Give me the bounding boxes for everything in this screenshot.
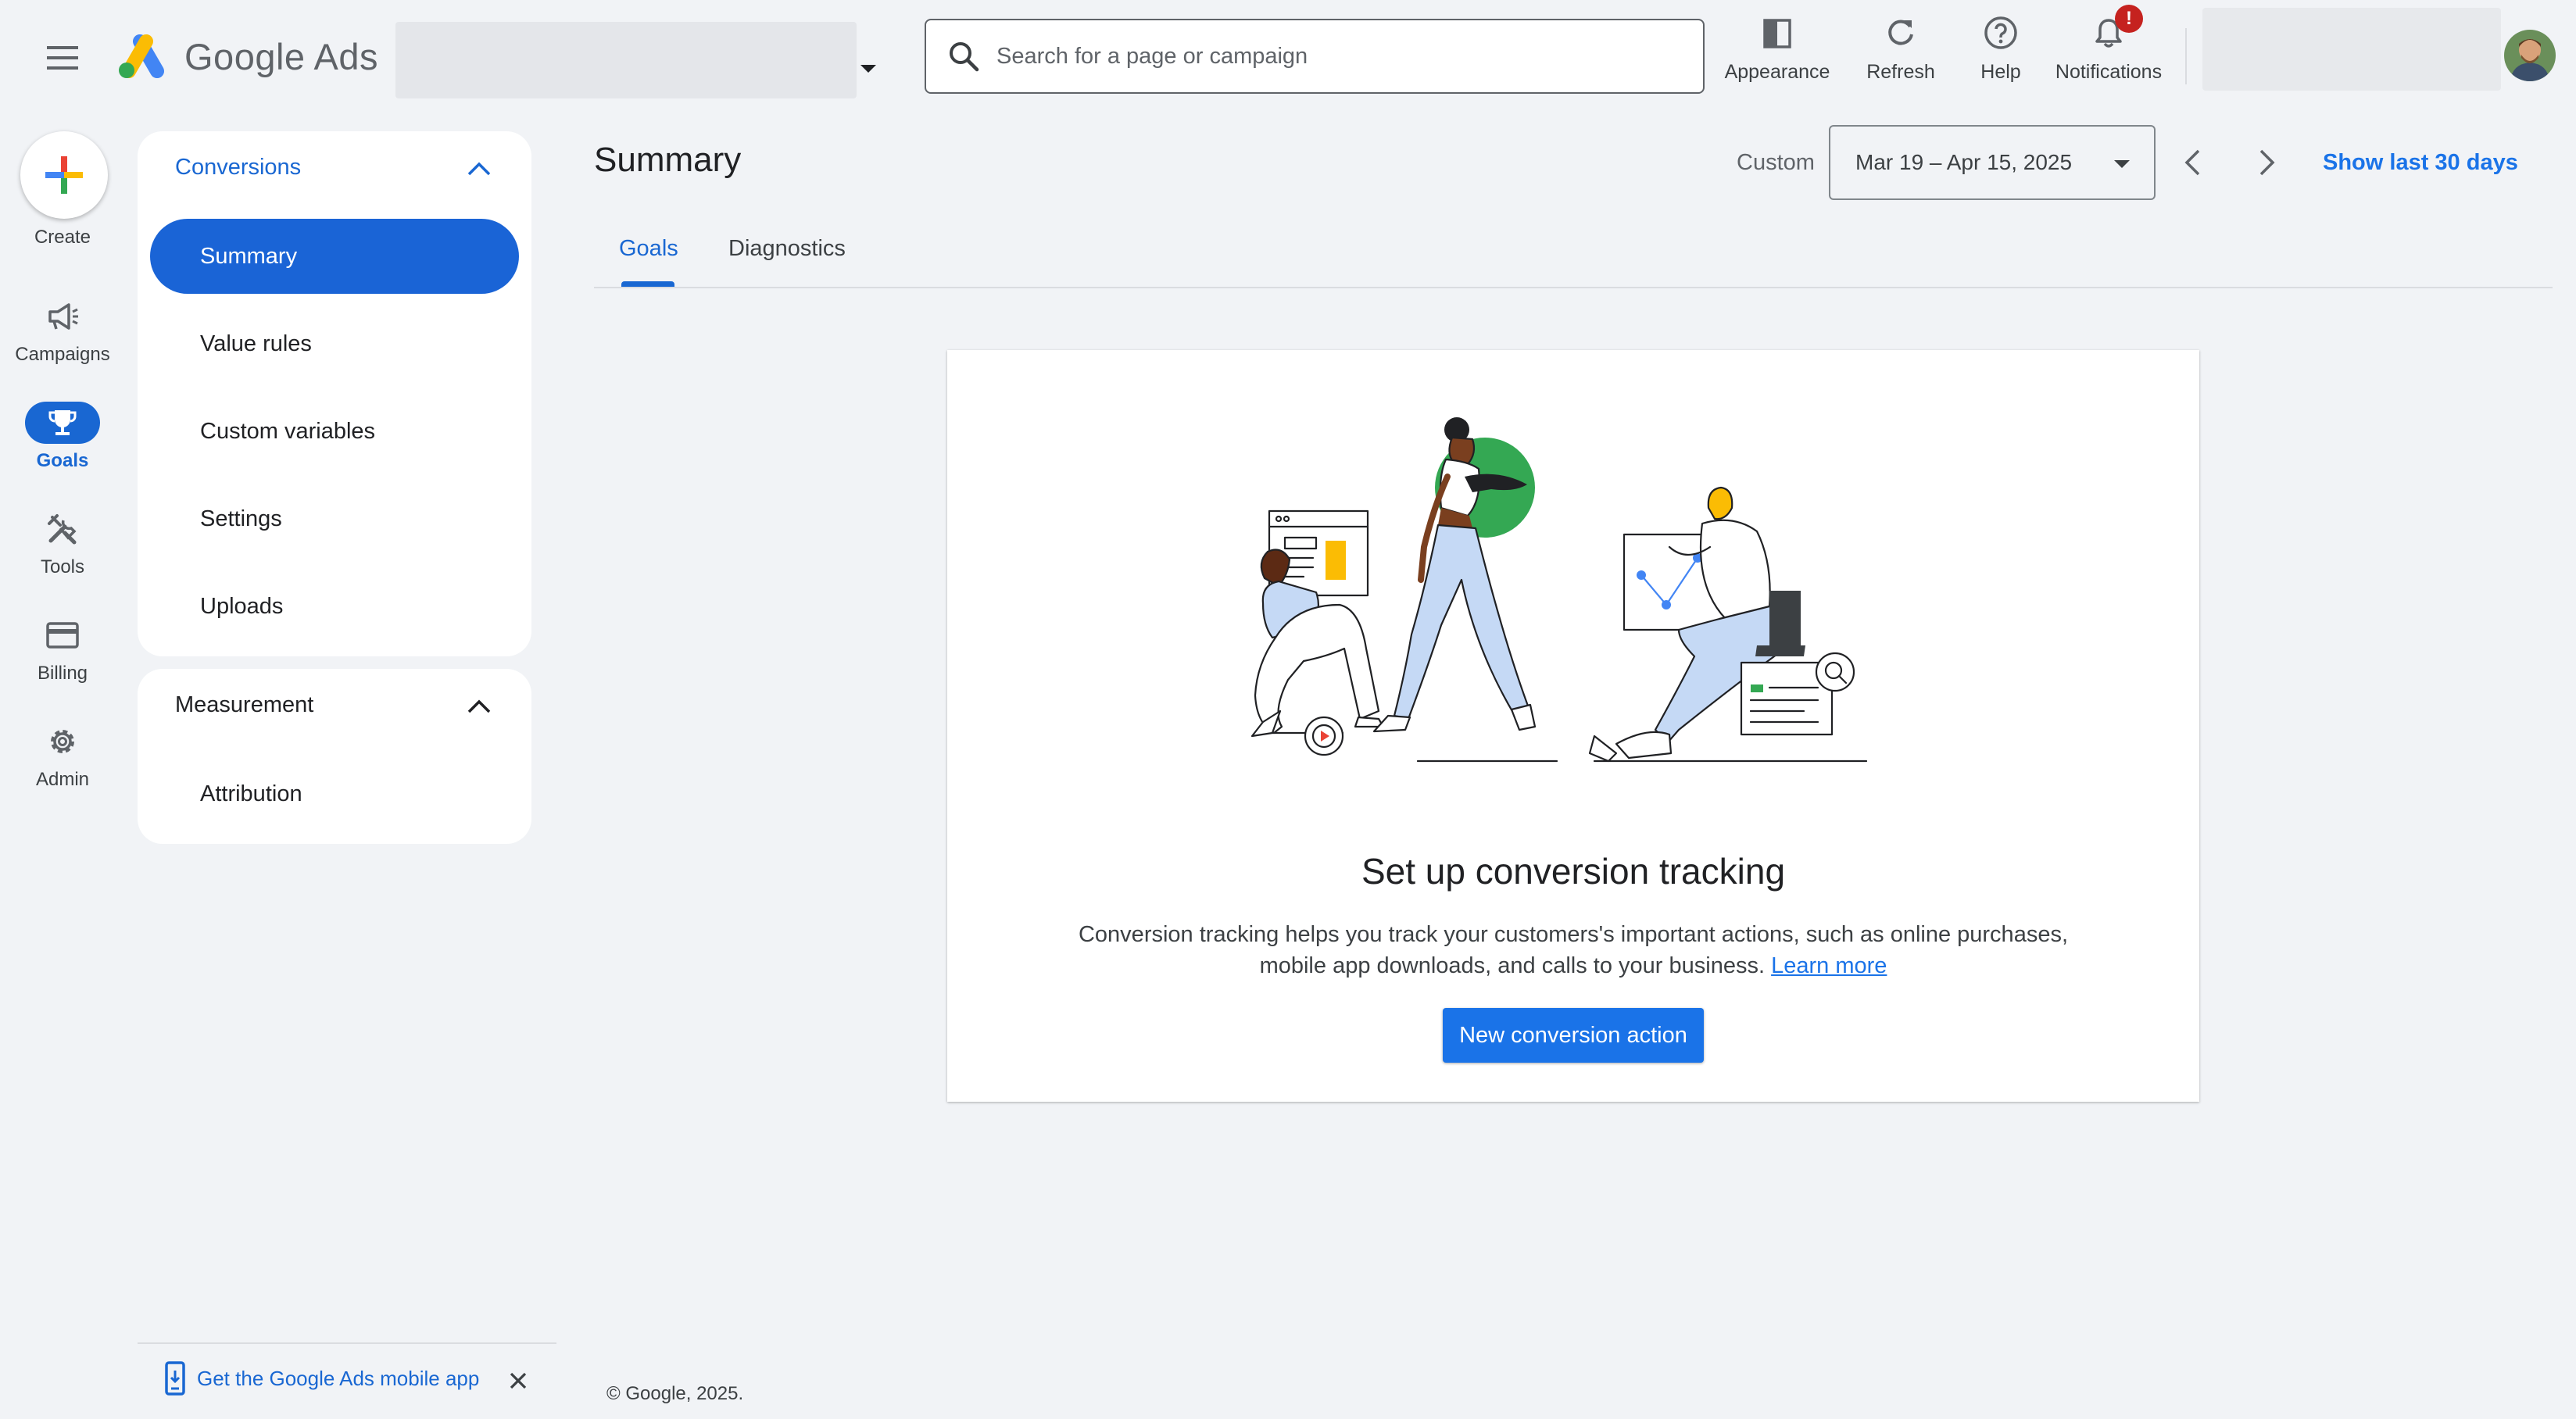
rail-label-campaigns: Campaigns <box>15 344 110 365</box>
google-ads-logo-icon <box>119 34 164 79</box>
appearance-icon <box>1757 13 1798 53</box>
mobile-app-promo[interactable]: Get the Google Ads mobile app <box>164 1361 479 1396</box>
google-ads-logo[interactable]: Google Ads <box>117 31 378 81</box>
chevron-left-icon <box>2184 149 2200 176</box>
caret-down-icon <box>2114 160 2130 168</box>
rail-item-billing[interactable]: Billing <box>0 614 125 684</box>
date-range-selector[interactable]: Mar 19 – Apr 15, 2025 <box>1829 125 2156 200</box>
date-range-type: Custom <box>1737 150 1815 175</box>
measurement-panel: Measurement Attribution <box>138 669 531 844</box>
footer-divider <box>138 1342 556 1344</box>
nav-item-custom-variables[interactable]: Custom variables <box>150 394 519 469</box>
tab-goals[interactable]: Goals <box>619 236 678 262</box>
mobile-app-link[interactable]: Get the Google Ads mobile app <box>197 1367 479 1391</box>
previous-period-button[interactable] <box>2173 141 2212 184</box>
bell-icon: ! <box>2088 5 2143 53</box>
gear-icon <box>25 720 100 763</box>
card-title: Set up conversion tracking <box>1361 851 1786 892</box>
next-period-button[interactable] <box>2248 141 2287 184</box>
tools-icon <box>25 508 100 550</box>
main-menu-button[interactable] <box>38 33 88 83</box>
measurement-header[interactable]: Measurement <box>175 692 313 718</box>
conversions-panel: Conversions Summary Value rules Custom v… <box>138 131 531 656</box>
rail-item-admin[interactable]: Admin <box>0 720 125 791</box>
close-icon[interactable] <box>506 1369 530 1392</box>
conversions-header[interactable]: Conversions <box>175 155 301 181</box>
card-description-text: Conversion tracking helps you track your… <box>1078 922 2069 978</box>
tabs-divider <box>594 287 2553 288</box>
notifications-button[interactable]: ! Notifications <box>2046 5 2171 88</box>
nav-item-attribution[interactable]: Attribution <box>150 756 519 831</box>
nav-item-summary[interactable]: Summary <box>150 219 519 294</box>
phone-icon <box>165 1361 185 1396</box>
megaphone-icon <box>25 295 100 338</box>
refresh-button[interactable]: Refresh <box>1852 13 1949 88</box>
create-label: Create <box>34 227 91 248</box>
notifications-label: Notifications <box>2055 61 2163 83</box>
search-bar[interactable] <box>925 19 1705 94</box>
rail-label-admin: Admin <box>35 769 90 790</box>
hamburger-icon <box>47 46 78 70</box>
avatar[interactable] <box>2504 30 2556 81</box>
header-divider <box>2185 28 2187 84</box>
rail-label-goals: Goals <box>36 450 89 471</box>
caret-down-icon[interactable] <box>858 63 878 75</box>
credit-card-icon <box>25 614 100 656</box>
search-icon <box>950 42 979 72</box>
nav-item-value-rules[interactable]: Value rules <box>150 306 519 381</box>
rail-label-billing: Billing <box>37 663 88 684</box>
chevron-up-icon[interactable] <box>466 161 492 177</box>
nav-item-uploads[interactable]: Uploads <box>150 569 519 644</box>
active-tab-indicator <box>621 281 674 287</box>
page-title: Summary <box>594 141 742 179</box>
appearance-button[interactable]: Appearance <box>1723 13 1832 88</box>
measurement-title: Measurement <box>175 692 314 717</box>
chevron-up-icon[interactable] <box>466 699 492 714</box>
product-name: Google Ads <box>184 35 379 77</box>
rail-item-campaigns[interactable]: Campaigns <box>0 295 125 366</box>
search-input[interactable] <box>996 43 1684 70</box>
learn-more-link[interactable]: Learn more <box>1771 953 1887 978</box>
help-icon <box>1980 13 2021 53</box>
card-description: Conversion tracking helps you track your… <box>1072 919 2074 981</box>
plus-icon <box>45 156 83 194</box>
help-label: Help <box>1980 61 2021 83</box>
people-illustration <box>1250 417 1868 763</box>
tab-diagnostics[interactable]: Diagnostics <box>728 236 846 262</box>
show-last-30-days-link[interactable]: Show last 30 days <box>2323 150 2518 176</box>
create-button[interactable] <box>20 131 108 219</box>
rail-label-tools: Tools <box>40 556 85 577</box>
refresh-icon <box>1880 13 1921 53</box>
conversions-title: Conversions <box>175 155 302 180</box>
refresh-label: Refresh <box>1866 61 1935 83</box>
notification-badge: ! <box>2115 5 2143 33</box>
chevron-right-icon <box>2259 149 2275 176</box>
help-button[interactable]: Help <box>1962 13 2040 88</box>
copyright: © Google, 2025. <box>606 1383 744 1404</box>
conversion-tracking-card: Set up conversion tracking Conversion tr… <box>947 350 2199 1102</box>
account-info[interactable] <box>2202 8 2501 91</box>
account-selector[interactable] <box>395 22 857 98</box>
nav-item-settings[interactable]: Settings <box>150 481 519 556</box>
new-conversion-action-button[interactable]: New conversion action <box>1443 1008 1704 1063</box>
date-range-value: Mar 19 – Apr 15, 2025 <box>1855 150 2073 174</box>
rail-item-tools[interactable]: Tools <box>0 508 125 578</box>
appearance-label: Appearance <box>1724 61 1830 83</box>
rail-item-goals[interactable]: Goals <box>0 402 125 472</box>
trophy-icon <box>25 402 100 444</box>
